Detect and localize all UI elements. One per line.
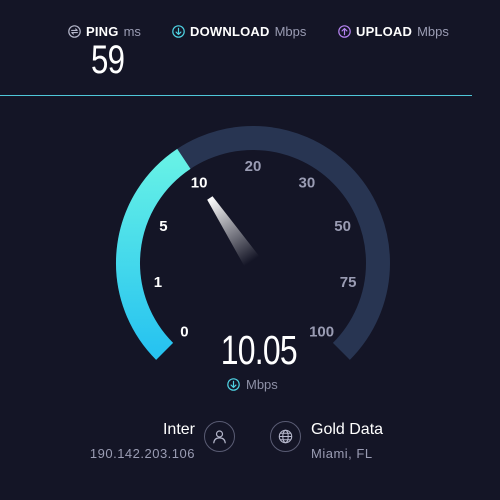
isp-ip-address: 190.142.203.106 bbox=[89, 446, 195, 461]
user-icon bbox=[212, 429, 227, 444]
gauge-needle bbox=[207, 196, 260, 267]
gauge-tick-label: 5 bbox=[159, 218, 167, 235]
speed-unit-label: Mbps bbox=[246, 377, 278, 392]
current-speed-value: 10.05 bbox=[210, 330, 300, 371]
globe-icon bbox=[278, 429, 293, 444]
isp-name: Inter bbox=[162, 421, 195, 438]
gauge-tick-label: 20 bbox=[245, 158, 262, 175]
gauge-active-arc bbox=[116, 148, 191, 360]
server-location: Miami, FL bbox=[311, 446, 373, 461]
gauge-tick-label: 50 bbox=[334, 218, 351, 235]
gauge-tick-label: 30 bbox=[299, 174, 316, 191]
gauge-tick-label: 75 bbox=[340, 274, 357, 291]
gauge-tick-label: 10 bbox=[191, 174, 208, 191]
download-small-icon bbox=[227, 378, 240, 391]
server-name: Gold Data bbox=[311, 421, 384, 438]
change-isp-button[interactable] bbox=[204, 421, 235, 452]
current-speed-text: 10.05 bbox=[220, 327, 298, 373]
gauge-tick-label: 0 bbox=[180, 324, 188, 341]
gauge-tick-label: 100 bbox=[309, 324, 334, 341]
gauge-tick-label: 1 bbox=[154, 274, 162, 291]
change-server-button[interactable] bbox=[270, 421, 301, 452]
speed-unit: Mbps bbox=[227, 377, 278, 392]
speed-gauge: 0 1 5 10 20 30 50 75 100 bbox=[116, 126, 390, 360]
speedtest-app: PING ms DOWNLOAD Mbps UPLOAD Mbps 59 0 1… bbox=[0, 0, 500, 500]
